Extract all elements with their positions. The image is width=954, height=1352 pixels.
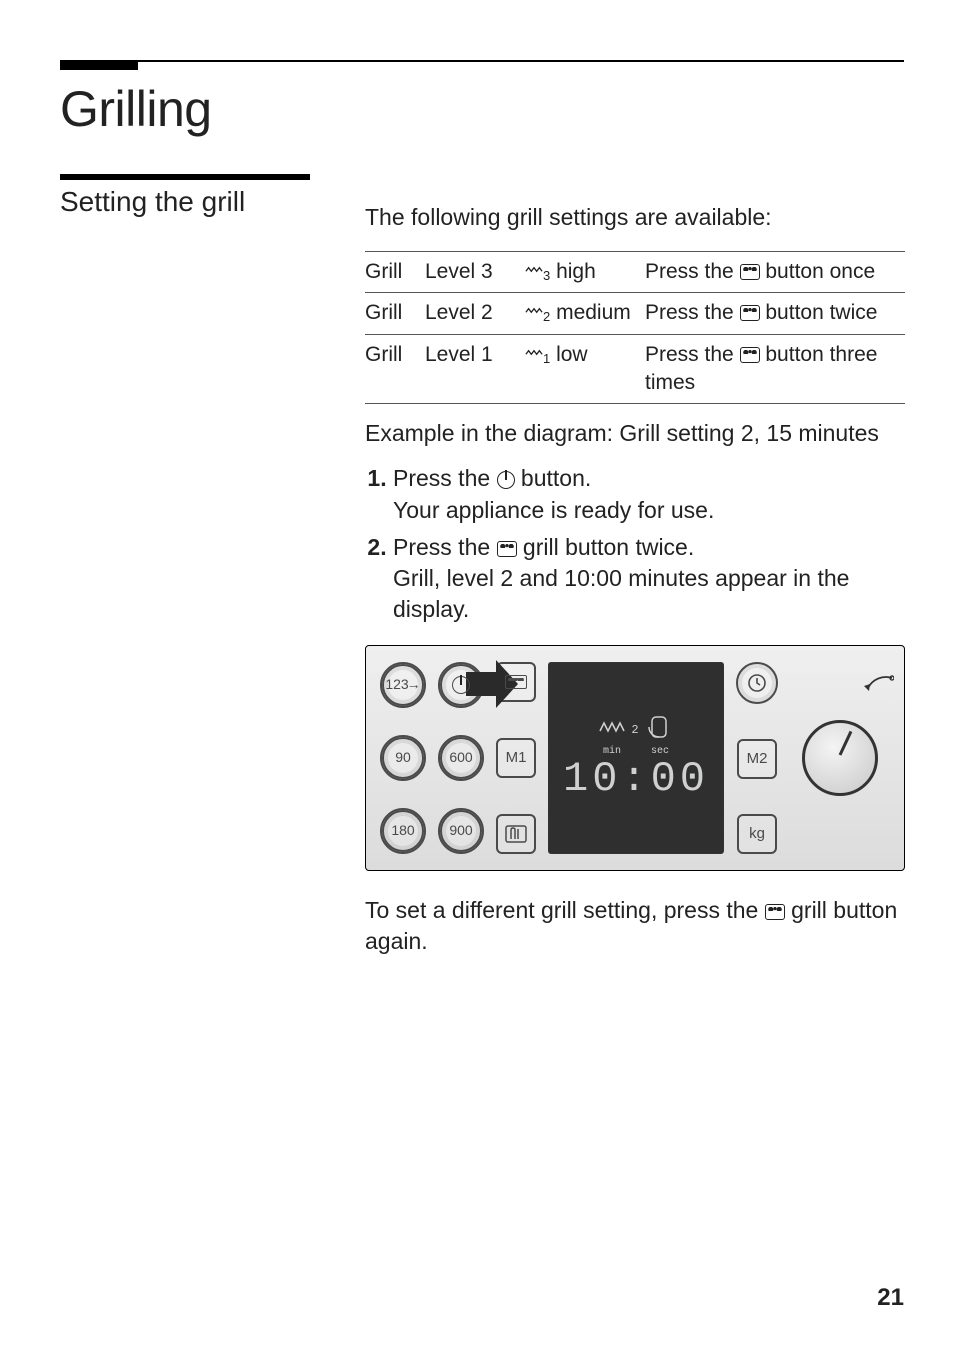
grill-settings-table: Grill Level 3 3 high Press the button on… (365, 251, 905, 404)
cell-level: Level 2 (425, 293, 525, 334)
rotate-icon (645, 715, 673, 739)
panel-btn-kg: kg (737, 814, 777, 854)
action-pre: Press the (645, 301, 740, 324)
label: 600 (440, 737, 482, 779)
knob-arc-icon (862, 674, 894, 698)
intensity-label: low (556, 343, 588, 366)
panel-btn-clock (736, 662, 778, 704)
panel-btn-180: 180 (380, 808, 426, 854)
section-setting-the-grill: Setting the grill The following grill se… (60, 174, 904, 980)
intro-text: The following grill settings are availab… (365, 202, 905, 233)
cell-action: Press the button twice (645, 293, 905, 334)
step-1: Press the button. Your appliance is read… (393, 463, 905, 525)
panel-btn-m2: M2 (737, 739, 777, 779)
step2-post: grill button twice. (517, 534, 695, 560)
step2-pre: Press the (393, 534, 497, 560)
grill-button-icon (740, 305, 760, 321)
panel-btn-123: 123→ (380, 662, 426, 708)
steps-list: Press the button. Your appliance is read… (365, 463, 905, 624)
action-post: button twice (760, 301, 878, 324)
panel-knob-area (790, 662, 890, 854)
step2-note: Grill, level 2 and 10:00 minutes appear … (393, 565, 849, 622)
memory-icon (505, 825, 527, 843)
grill-button-icon (740, 264, 760, 280)
table-row: Grill Level 2 2 medium Press the button … (365, 293, 905, 334)
panel-btn-memory (496, 814, 536, 854)
zigzag-icon (525, 265, 543, 275)
panel-btn-m1: M1 (496, 738, 536, 778)
panel-display: 2 min sec 10:00 (548, 662, 724, 854)
power-icon (497, 471, 515, 489)
grill-button-icon (740, 347, 760, 363)
page-number: 21 (877, 1284, 904, 1312)
step1-note: Your appliance is ready for use. (393, 497, 714, 523)
zigzag-icon (599, 719, 625, 735)
display-mode-icons: 2 (599, 715, 672, 739)
step1-post: button. (515, 465, 592, 491)
power-icon (452, 676, 470, 694)
clock-icon (747, 673, 767, 693)
grill-button-icon (765, 904, 785, 920)
zigzag-icon (525, 348, 543, 358)
table-row: Grill Level 3 3 high Press the button on… (365, 252, 905, 293)
page-title: Grilling (60, 80, 904, 138)
action-pre: Press the (645, 343, 740, 366)
label: 900 (440, 810, 482, 852)
section-heading-column: Setting the grill (60, 174, 365, 218)
example-text: Example in the diagram: Grill setting 2,… (365, 418, 905, 449)
level-subscript: 3 (543, 268, 550, 283)
level-subscript: 1 (543, 351, 550, 366)
action-pre: Press the (645, 260, 740, 283)
table-row: Grill Level 1 1 low Press the button thr… (365, 334, 905, 404)
display-level: 2 (631, 722, 638, 738)
panel-col-4: M2 kg (736, 662, 778, 854)
display-time: 10:00 (563, 758, 709, 800)
panel-btn-600: 600 (438, 735, 484, 781)
section-heading: Setting the grill (60, 186, 365, 218)
after-pre: To set a different grill setting, press … (365, 897, 765, 923)
cell-mode: Grill (365, 252, 425, 293)
intensity-label: high (556, 260, 596, 283)
cell-mode: Grill (365, 334, 425, 404)
cell-action: Press the button once (645, 252, 905, 293)
section-body: The following grill settings are availab… (365, 174, 905, 980)
cell-level: Level 3 (425, 252, 525, 293)
top-rule-accent (60, 60, 138, 70)
top-rule (60, 60, 904, 62)
cell-intensity: 3 high (525, 252, 645, 293)
label: 123 (385, 675, 408, 694)
grill-icon (505, 675, 527, 689)
cell-action: Press the button three times (645, 334, 905, 404)
control-panel-illustration: 123→ 90 180 600 900 M1 2 (365, 645, 905, 871)
cell-level: Level 1 (425, 334, 525, 404)
cell-intensity: 1 low (525, 334, 645, 404)
panel-btn-900: 900 (438, 808, 484, 854)
grill-button-icon (497, 541, 517, 557)
zigzag-icon (525, 306, 543, 316)
panel-col-1: 123→ 90 180 (380, 662, 426, 854)
step1-pre: Press the (393, 465, 497, 491)
cell-mode: Grill (365, 293, 425, 334)
level-subscript: 2 (543, 309, 550, 324)
section-heading-bar (60, 174, 310, 180)
step-2: Press the grill button twice. Grill, lev… (393, 532, 905, 625)
action-post: button once (760, 260, 876, 283)
label: 180 (382, 810, 424, 852)
intensity-label: medium (556, 301, 631, 324)
after-text: To set a different grill setting, press … (365, 895, 905, 957)
label: 90 (382, 737, 424, 779)
rotary-knob (802, 720, 878, 796)
panel-btn-90: 90 (380, 735, 426, 781)
cell-intensity: 2 medium (525, 293, 645, 334)
